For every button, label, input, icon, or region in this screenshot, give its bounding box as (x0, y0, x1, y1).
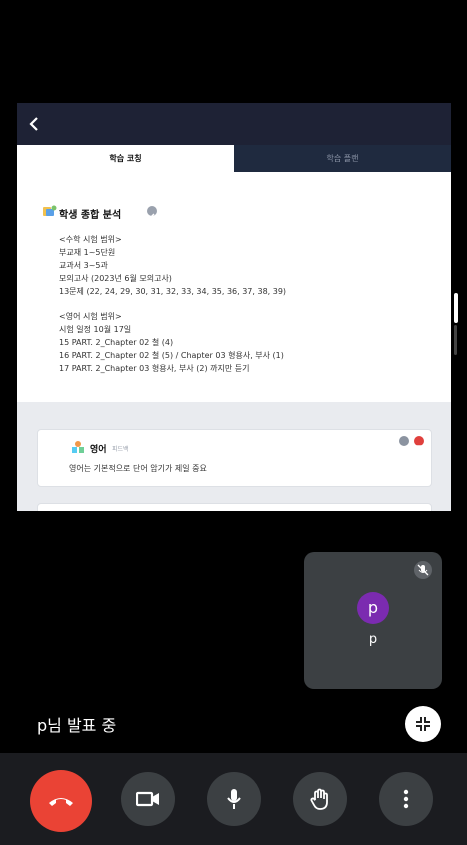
camera-button[interactable] (121, 772, 175, 826)
feedback-card[interactable]: 영어 피드백 영어는 기본적으로 단어 암기가 제일 중요 (37, 429, 432, 487)
shared-app-topbar (17, 103, 451, 145)
collapse-button[interactable] (405, 706, 441, 742)
analysis-section: 학생 종합 분석 <수학 시험 범위> 부교재 1~5단원 교과서 3~5과 모… (17, 172, 451, 402)
analysis-line: 13문제 (22, 24, 29, 30, 31, 32, 33, 34, 35… (59, 287, 287, 296)
analysis-line: <영어 시험 범위> (59, 312, 122, 321)
self-video-tile[interactable]: p p (304, 552, 442, 689)
participant-name: p (368, 632, 378, 647)
tab-learning-plan[interactable]: 학습 플랜 (234, 145, 451, 172)
end-call-button[interactable] (30, 770, 92, 832)
analysis-line: 부교재 1~5단원 (59, 248, 116, 257)
feedback-list: 영어 피드백 영어는 기본적으로 단어 암기가 제일 중요 (17, 402, 451, 511)
mic-button[interactable] (207, 772, 261, 826)
edit-icon[interactable] (147, 206, 157, 219)
feedback-body: 영어는 기본적으로 단어 암기가 제일 중요 (69, 464, 207, 473)
tab-bar: 학습 코칭 학습 플랜 (17, 145, 451, 172)
chevron-left-icon (29, 117, 38, 131)
avatar: p (357, 592, 389, 624)
mic-off-icon (414, 561, 432, 579)
feedback-tag: 피드백 (112, 446, 129, 453)
raise-hand-button[interactable] (293, 772, 347, 826)
more-options-button[interactable] (379, 772, 433, 826)
edit-icon[interactable] (399, 436, 409, 446)
camera-icon (136, 791, 159, 807)
analysis-line: 시험 일정 10월 17일 (59, 325, 132, 334)
hang-up-icon (49, 798, 73, 806)
analysis-line: 교과서 3~5과 (59, 261, 108, 270)
analysis-icon (43, 205, 57, 216)
subject-icon (72, 441, 84, 453)
back-button[interactable] (23, 113, 45, 135)
mic-icon (227, 789, 241, 809)
feedback-card[interactable] (37, 503, 432, 511)
presenting-label: p님 발표 중 (37, 716, 117, 735)
shared-screen: 학습 코칭 학습 플랜 학생 종합 분석 <수학 시험 범위> 부교재 1~5단… (17, 103, 451, 511)
analysis-line: 모의고사 (2023년 6월 모의고사) (59, 274, 172, 283)
more-vert-icon (403, 789, 409, 809)
tab-learning-coaching[interactable]: 학습 코칭 (17, 145, 234, 172)
collapse-icon (416, 717, 430, 731)
delete-icon[interactable] (414, 436, 424, 447)
analysis-line: 16 PART. 2_Chapter 02 철 (5) / Chapter 03… (59, 351, 284, 360)
analysis-line: 17 PART. 2_Chapter 03 형용사, 부사 (2) 까지만 듣기 (59, 364, 250, 373)
raise-hand-icon (310, 788, 328, 810)
scroll-handle[interactable] (454, 293, 458, 323)
analysis-title: 학생 종합 분석 (59, 210, 122, 221)
analysis-line: <수학 시험 범위> (59, 235, 122, 244)
scroll-track (454, 325, 457, 355)
feedback-subject: 영어 (90, 445, 107, 455)
analysis-line: 15 PART. 2_Chapter 02 철 (4) (59, 338, 174, 347)
call-controls (0, 753, 467, 845)
